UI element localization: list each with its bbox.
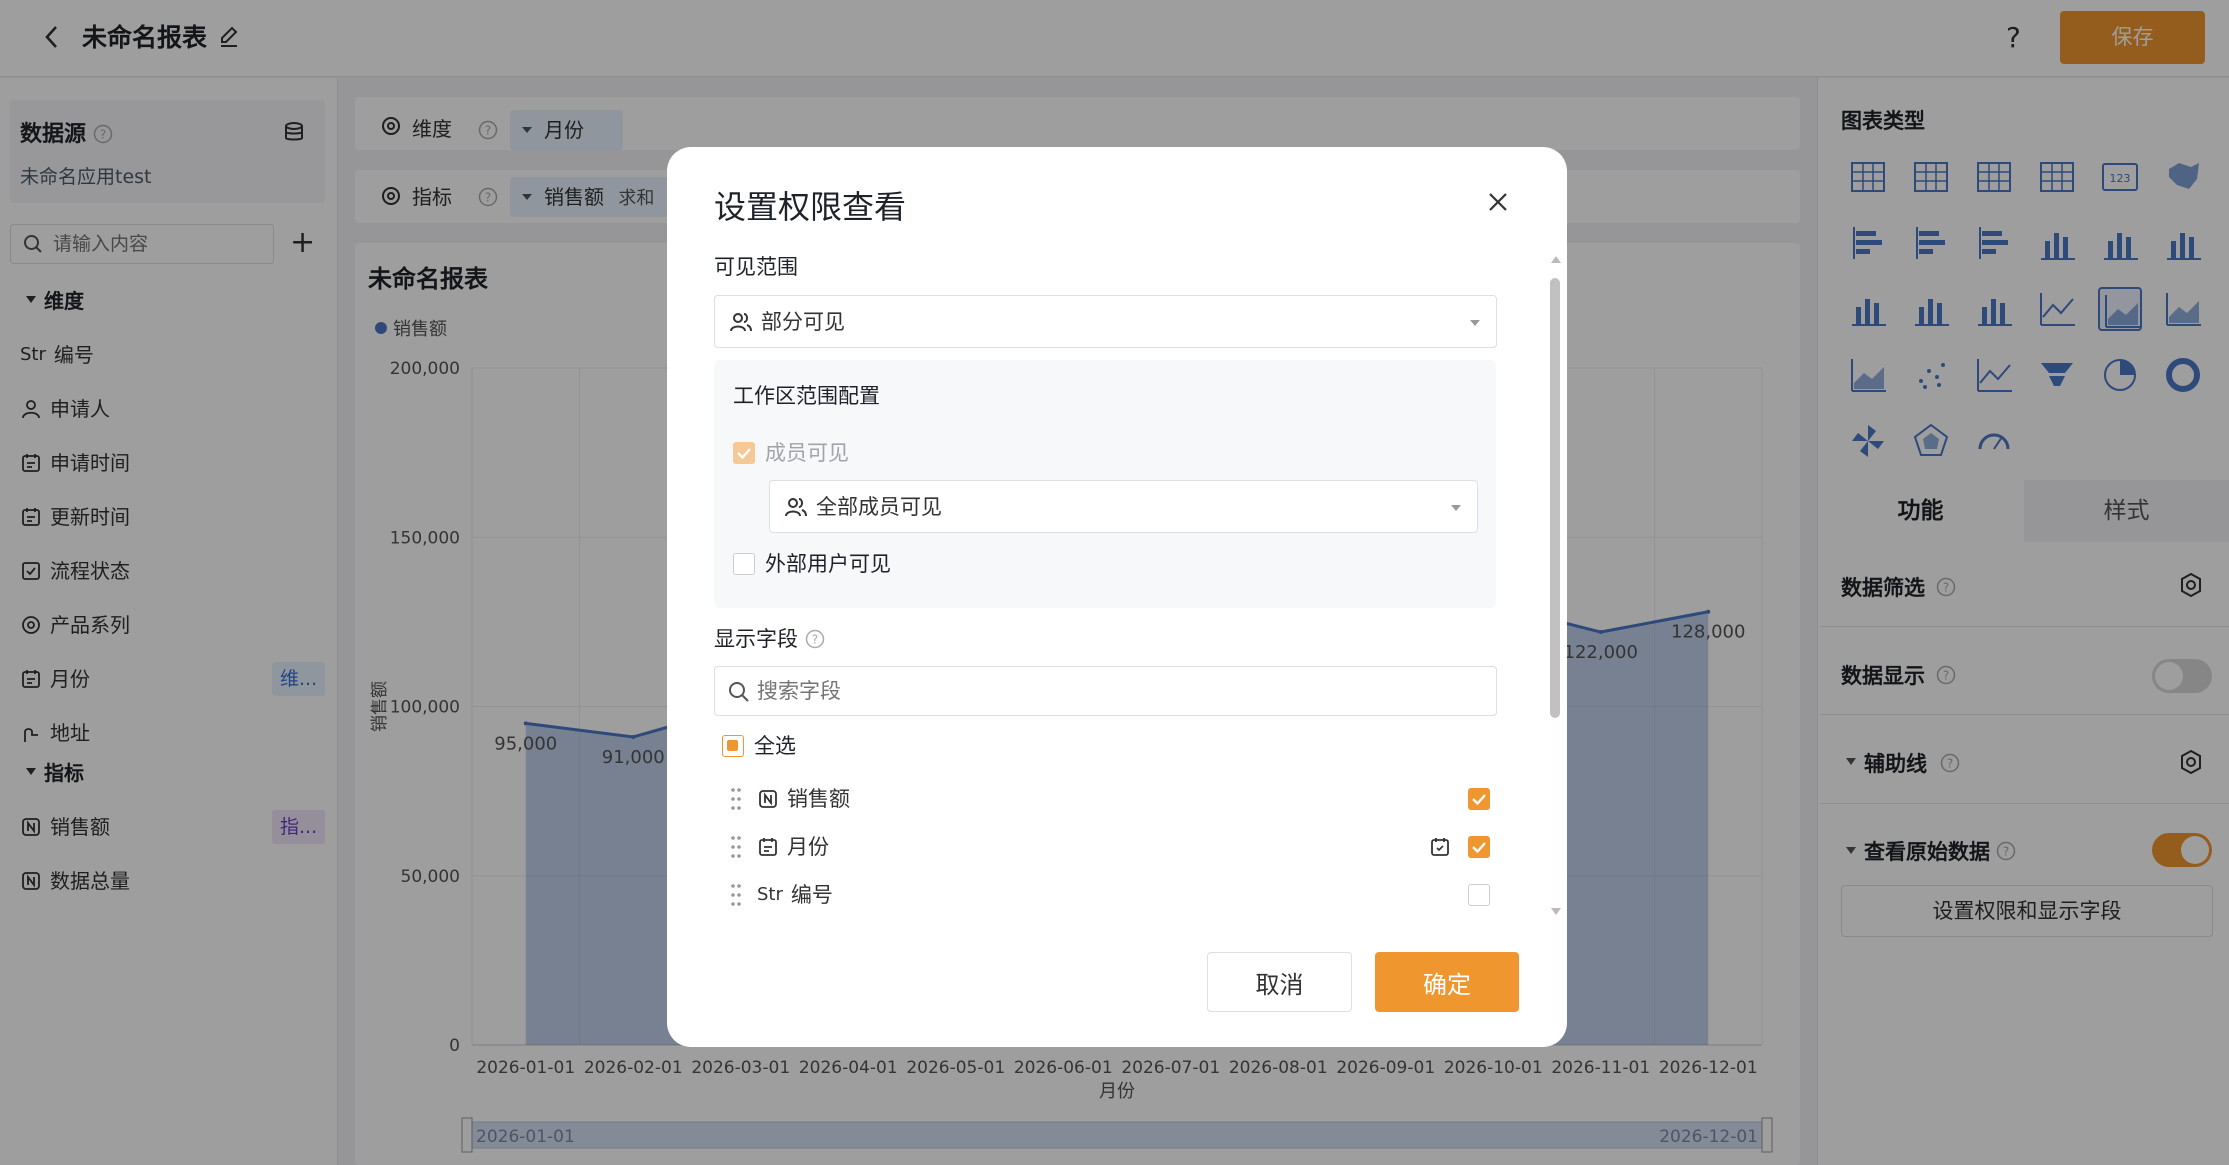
modal-field-label: 编号 (790, 883, 833, 907)
confirm-button[interactable]: 确定 (1375, 952, 1519, 1012)
users-icon (729, 310, 753, 338)
number-field-icon (757, 788, 779, 810)
visible-range-select[interactable]: 部分可见 (714, 295, 1497, 348)
modal-field-label: 月份 (787, 835, 829, 859)
modal-search-input[interactable] (757, 675, 1457, 707)
chevron-down-icon (1470, 320, 1480, 326)
modal-field-row: 月份 (757, 832, 829, 862)
date-format-icon[interactable] (1429, 836, 1451, 862)
chevron-down-icon (1451, 505, 1461, 511)
member-scope-value: 全部成员可见 (816, 495, 942, 519)
drag-handle-icon[interactable] (729, 784, 743, 814)
modal-field-label: 销售额 (787, 787, 850, 811)
modal-field-row: 销售额 (757, 784, 850, 814)
select-all-label: 全选 (754, 734, 796, 758)
modal-title: 设置权限查看 (714, 188, 907, 226)
modal-field-search[interactable] (714, 666, 1497, 716)
external-visible-checkbox[interactable] (733, 553, 755, 575)
visible-range-value: 部分可见 (761, 310, 845, 334)
search-icon (728, 681, 750, 707)
display-fields-help-icon[interactable]: ? (805, 629, 825, 653)
users-icon (784, 495, 808, 523)
field-visible-checkbox[interactable] (1468, 884, 1490, 906)
external-visible-label: 外部用户可见 (765, 552, 891, 576)
close-icon[interactable] (1484, 182, 1512, 225)
cancel-button[interactable]: 取消 (1207, 952, 1352, 1012)
select-all-checkbox[interactable] (722, 735, 744, 757)
drag-handle-icon[interactable] (729, 880, 743, 910)
display-fields-label: 显示字段 (714, 627, 798, 651)
field-visible-checkbox[interactable] (1468, 836, 1490, 858)
member-visible-checkbox[interactable] (733, 442, 755, 464)
modal-scrollbar-thumb[interactable] (1550, 278, 1560, 718)
member-visible-label: 成员可见 (765, 441, 849, 465)
member-scope-select[interactable]: 全部成员可见 (769, 480, 1478, 533)
workspace-title: 工作区范围配置 (733, 384, 880, 408)
svg-text:?: ? (812, 633, 818, 647)
field-visible-checkbox[interactable] (1468, 788, 1490, 810)
visible-range-label: 可见范围 (714, 255, 798, 279)
modal-field-row: Str 编号 (757, 880, 833, 910)
drag-handle-icon[interactable] (729, 832, 743, 862)
str-type-icon: Str (757, 884, 783, 905)
calendar-icon (757, 836, 779, 858)
